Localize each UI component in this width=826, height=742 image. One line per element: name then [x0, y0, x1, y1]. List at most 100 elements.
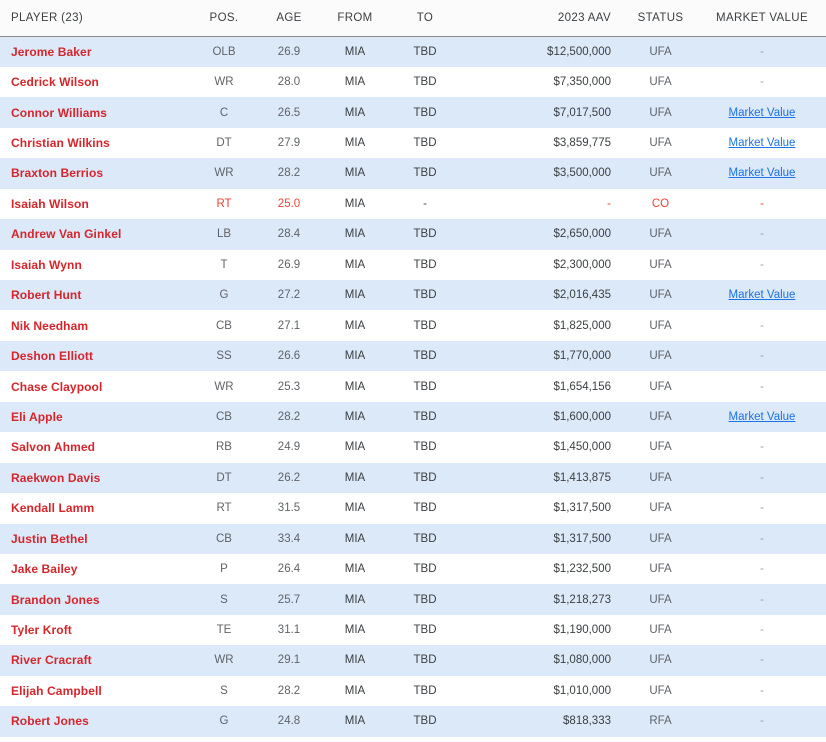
- column-header-from[interactable]: FROM: [320, 0, 390, 37]
- player-name[interactable]: Jerome Baker: [0, 37, 190, 67]
- from-team-cell: MIA: [344, 106, 366, 119]
- table-row[interactable]: Justin Bethel CB 33.4 MIA TBD $1,317,500 UFA -: [0, 523, 826, 554]
- position-cell: CB: [216, 410, 232, 423]
- column-header-status[interactable]: STATUS: [623, 0, 698, 37]
- column-header-age[interactable]: AGE: [258, 0, 320, 37]
- player-name[interactable]: Raekwon Davis: [0, 463, 190, 493]
- player-name[interactable]: Connor Williams: [0, 97, 190, 127]
- column-header-player[interactable]: PLAYER (23): [0, 0, 190, 37]
- market-value-cell: -: [698, 706, 826, 736]
- table-row[interactable]: Eli Apple CB 28.2 MIA TBD $1,600,000 UFA Market…: [0, 401, 826, 433]
- player-name[interactable]: Kendall Lamm: [0, 493, 190, 523]
- player-name[interactable]: Robert Hunt: [0, 280, 190, 310]
- table-row[interactable]: Connor Williams C 26.5 MIA TBD $7,017,500 UFA M…: [0, 97, 826, 128]
- table-row[interactable]: Andrew Van Ginkel LB 28.4 MIA TBD $2,650,000 U…: [0, 219, 826, 250]
- market-value-link[interactable]: Market Value: [729, 137, 796, 149]
- player-name[interactable]: Deshon Elliott: [0, 341, 190, 371]
- player-name[interactable]: Tyler Kroft: [0, 615, 190, 645]
- table-row[interactable]: Deshon Elliott SS 26.6 MIA TBD $1,770,000 UFA -: [0, 340, 826, 372]
- market-value-cell: -: [698, 432, 826, 462]
- table-row[interactable]: Robert Hunt G 27.2 MIA TBD $2,016,435 UFA Marke…: [0, 280, 826, 311]
- position-cell: SS: [216, 350, 232, 363]
- player-name[interactable]: Isaiah Wilson: [0, 189, 190, 219]
- position-cell: TE: [216, 624, 232, 637]
- market-value-link[interactable]: Market Value: [729, 289, 796, 301]
- table-row[interactable]: Nik Needham CB 27.1 MIA TBD $1,825,000 UFA -: [0, 310, 826, 341]
- table-row[interactable]: Raekwon Davis DT 26.2 MIA TBD $1,413,875 UFA -: [0, 462, 826, 494]
- column-header-position[interactable]: POS.: [190, 0, 258, 37]
- aav-cell: $2,016,435: [553, 289, 611, 302]
- column-header-to[interactable]: TO: [390, 0, 460, 37]
- from-team-cell: MIA: [344, 137, 366, 150]
- market-value-cell: -: [698, 341, 826, 371]
- position-cell: CB: [216, 532, 232, 545]
- table-row[interactable]: Chase Claypool WR 25.3 MIA TBD $1,654,156 UFA -: [0, 371, 826, 402]
- market-value-link[interactable]: Market Value: [729, 107, 796, 119]
- table-row[interactable]: Salvon Ahmed RB 24.9 MIA TBD $1,450,000 UFA -: [0, 432, 826, 463]
- from-team-cell: MIA: [344, 76, 366, 89]
- table-row[interactable]: Braxton Berrios WR 28.2 MIA TBD $3,500,000 UFA…: [0, 158, 826, 189]
- to-team-cell: TBD: [413, 289, 437, 302]
- aav-cell: $1,825,000: [553, 319, 611, 332]
- player-name[interactable]: Robert Jones: [0, 706, 190, 736]
- player-name[interactable]: Chase Claypool: [0, 371, 190, 401]
- to-team-cell: TBD: [413, 624, 437, 637]
- from-team-cell: MIA: [344, 319, 366, 332]
- status-cell: UFA: [649, 228, 672, 241]
- player-name[interactable]: Salvon Ahmed: [0, 432, 190, 462]
- table-row[interactable]: Kendall Lamm RT 31.5 MIA TBD $1,317,500 UFA -: [0, 493, 826, 524]
- player-name[interactable]: Jake Bailey: [0, 554, 190, 584]
- player-name[interactable]: Isaiah Wynn: [0, 250, 190, 280]
- market-value-link[interactable]: Market Value: [729, 167, 796, 179]
- to-team-cell: TBD: [413, 654, 437, 667]
- player-name[interactable]: Elijah Campbell: [0, 676, 190, 706]
- table-header-row: PLAYER (23) POS. AGE FROM TO 2023 AAV ST…: [0, 0, 826, 37]
- player-name[interactable]: Nik Needham: [0, 310, 190, 340]
- column-header-market-value[interactable]: MARKET VALUE: [698, 0, 826, 37]
- market-value-cell[interactable]: Market Value: [698, 402, 826, 432]
- age-cell: 28.2: [277, 410, 301, 423]
- position-cell: RT: [216, 197, 232, 210]
- table-row[interactable]: Cedrick Wilson WR 28.0 MIA TBD $7,350,000 UFA -: [0, 66, 826, 98]
- table-row[interactable]: Robert Jones G 24.8 MIA TBD $818,333 RFA -: [0, 706, 826, 737]
- player-name[interactable]: Brandon Jones: [0, 584, 190, 614]
- player-name[interactable]: Braxton Berrios: [0, 158, 190, 188]
- table-row[interactable]: Jake Bailey P 26.4 MIA TBD $1,232,500 UFA -: [0, 553, 826, 585]
- aav-cell: $1,317,500: [553, 532, 611, 545]
- market-value-link[interactable]: Market Value: [729, 411, 796, 423]
- age-cell: 29.1: [277, 654, 301, 667]
- player-name[interactable]: Christian Wilkins: [0, 128, 190, 158]
- status-cell: UFA: [649, 380, 672, 393]
- table-row[interactable]: Jerome Baker OLB 26.9 MIA TBD $12,500,000 UFA -: [0, 36, 826, 67]
- player-name[interactable]: Justin Bethel: [0, 524, 190, 554]
- table-row[interactable]: Brandon Jones S 25.7 MIA TBD $1,218,273 UFA -: [0, 584, 826, 615]
- market-value-cell[interactable]: Market Value: [698, 97, 826, 127]
- table-row[interactable]: Isaiah Wilson RT 25.0 MIA - - CO -: [0, 188, 826, 220]
- to-team-cell: TBD: [413, 106, 437, 119]
- status-cell: UFA: [649, 76, 672, 89]
- age-cell: 26.9: [277, 45, 301, 58]
- position-cell: T: [220, 258, 228, 271]
- table-row[interactable]: River Cracraft WR 29.1 MIA TBD $1,080,000 UFA -: [0, 645, 826, 676]
- table-row[interactable]: Elijah Campbell S 28.2 MIA TBD $1,010,000 UFA -: [0, 675, 826, 707]
- market-value-cell[interactable]: Market Value: [698, 280, 826, 310]
- table-row[interactable]: Tyler Kroft TE 31.1 MIA TBD $1,190,000 UFA -: [0, 614, 826, 646]
- to-team-cell: TBD: [413, 228, 437, 241]
- player-name[interactable]: Cedrick Wilson: [0, 67, 190, 97]
- table-body: Jerome Baker OLB 26.9 MIA TBD $12,500,000 UFA -…: [0, 36, 826, 737]
- player-name[interactable]: Eli Apple: [0, 402, 190, 432]
- table-row[interactable]: Christian Wilkins DT 27.9 MIA TBD $3,859,775 U…: [0, 127, 826, 159]
- player-name[interactable]: River Cracraft: [0, 645, 190, 675]
- column-header-aav[interactable]: 2023 AAV: [460, 0, 623, 37]
- aav-cell: $818,333: [563, 715, 611, 728]
- table-row[interactable]: Isaiah Wynn T 26.9 MIA TBD $2,300,000 UFA -: [0, 249, 826, 280]
- market-value-cell: -: [698, 615, 826, 645]
- market-value-cell[interactable]: Market Value: [698, 128, 826, 158]
- market-value-cell: -: [698, 463, 826, 493]
- player-name[interactable]: Andrew Van Ginkel: [0, 219, 190, 249]
- status-cell: CO: [651, 197, 670, 210]
- position-cell: DT: [216, 137, 232, 150]
- to-team-cell: TBD: [413, 471, 437, 484]
- market-value-empty-dash: -: [760, 76, 764, 89]
- market-value-cell[interactable]: Market Value: [698, 158, 826, 188]
